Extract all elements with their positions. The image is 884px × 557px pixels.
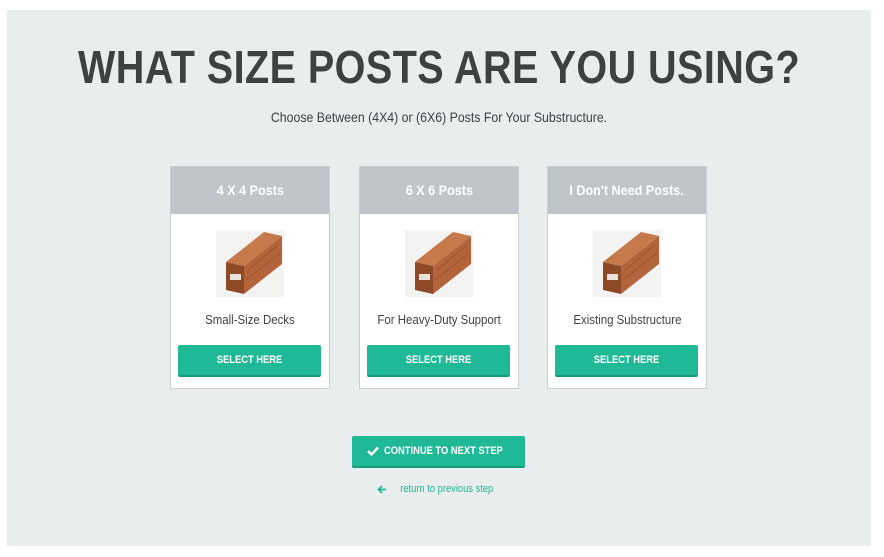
page-subtitle: Choose Between (4X4) or (6X6) Posts For … (270, 109, 608, 125)
select-4x4-button[interactable]: SELECT HERE (178, 345, 321, 377)
card-header: 6 X 6 Posts (360, 167, 518, 214)
card-description: Existing Substructure (572, 312, 682, 327)
card-header: 4 X 4 Posts (171, 167, 329, 214)
card-header: I Don't Need Posts. (548, 167, 706, 214)
continue-label: CONTINUE TO NEXT STEP (384, 445, 503, 457)
main-panel: WHAT SIZE POSTS ARE YOU USING? Choose Be… (7, 10, 871, 546)
page-title: WHAT SIZE POSTS ARE YOU USING? (77, 41, 801, 93)
arrow-left-icon (376, 484, 387, 494)
select-no-posts-button[interactable]: SELECT HERE (555, 345, 698, 377)
return-link[interactable]: return to previous step (7, 483, 871, 497)
card-title: 6 X 6 Posts (405, 182, 473, 198)
return-label: return to previous step (399, 483, 494, 495)
card-title: 4 X 4 Posts (216, 182, 284, 198)
wood-post-image (593, 230, 661, 297)
check-icon (367, 446, 379, 456)
card-description: For Heavy-Duty Support (377, 312, 501, 327)
option-card-no-posts: I Don't Need Posts. Existing Substructur… (547, 166, 707, 389)
select-6x6-button[interactable]: SELECT HERE (367, 345, 510, 377)
wood-post-image (405, 230, 473, 297)
card-title: I Don't Need Posts. (569, 182, 685, 198)
wood-post-image (216, 230, 284, 297)
card-description: Small-Size Decks (205, 312, 295, 327)
option-card-6x6: 6 X 6 Posts For Heavy-Duty Support SELEC… (359, 166, 519, 389)
continue-button[interactable]: CONTINUE TO NEXT STEP (352, 436, 525, 468)
option-card-4x4: 4 X 4 Posts Small-Size Decks SELECT HERE (170, 166, 330, 389)
